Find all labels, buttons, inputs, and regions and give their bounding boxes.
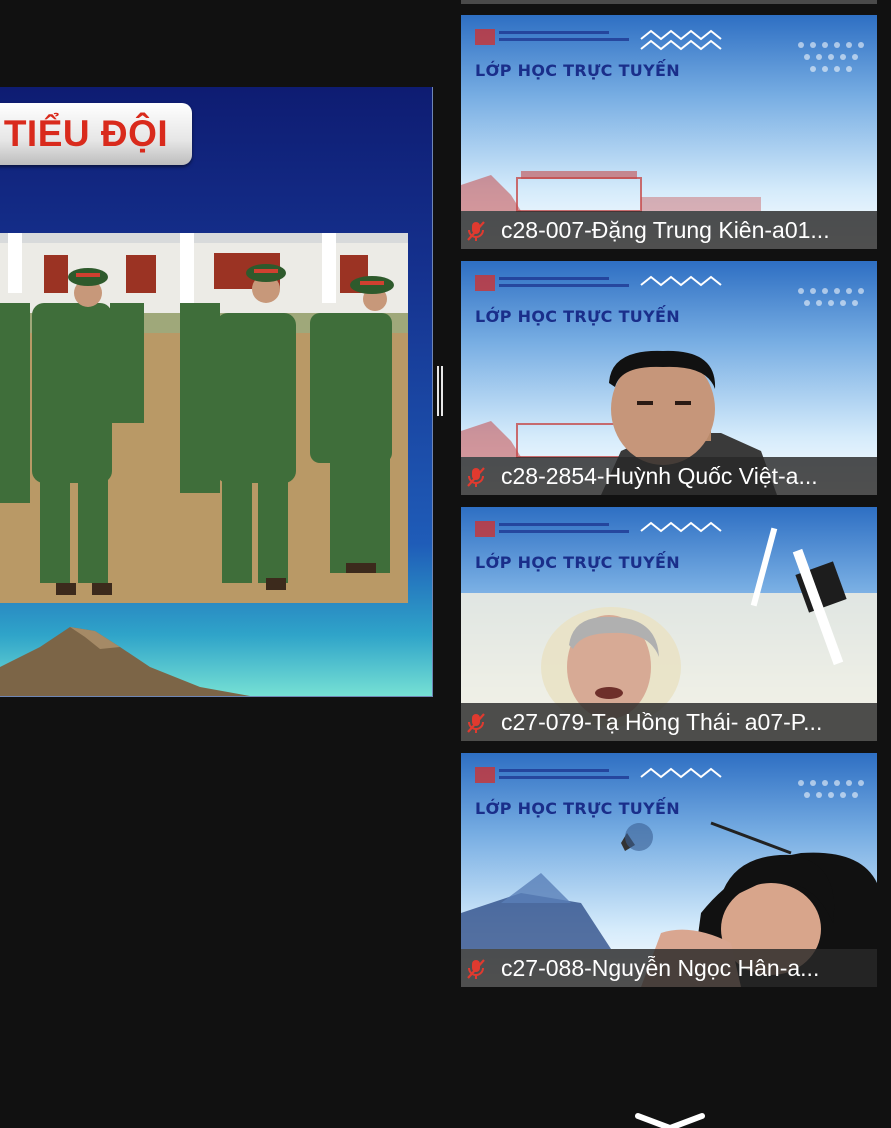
mountain-graphic [0,627,250,696]
muted-mic-icon [467,713,485,733]
soldiers-photo [0,233,408,603]
participant-tile[interactable]: LỚP HỌC TRỰC TUYẾN c27-079-Tạ Hồng Thái-… [461,507,877,741]
participant-namebar: c28-2854-Huỳnh Quốc Việt-a... [461,457,877,495]
participant-namebar: c27-079-Tạ Hồng Thái- a07-P... [461,703,877,741]
class-banner-text: LỚP HỌC TRỰC TUYẾN [475,61,680,80]
muted-mic-icon [467,467,485,487]
shared-screen-slide[interactable]: TIỂU ĐỘI [0,87,433,697]
participant-name: c27-079-Tạ Hồng Thái- a07-P... [501,710,823,735]
participant-tile[interactable]: LỚP HỌC TRỰC TUYẾN c27-088-Nguyễn Ngọc H… [461,753,877,987]
participant-tile[interactable]: LỚP HỌC TRỰC TUYẾN c28-007-Đặng Trung Ki… [461,15,877,249]
participant-namebar: c28-007-Đặng Trung Kiên-a01... [461,211,877,249]
participant-name: c27-088-Nguyễn Ngọc Hân-a... [501,956,820,981]
slide-title: TIỂU ĐỘI [0,103,192,165]
participant-name: c28-2854-Huỳnh Quốc Việt-a... [501,464,818,489]
participant-namebar: c27-088-Nguyễn Ngọc Hân-a... [461,949,877,987]
participant-tile[interactable]: LỚP HỌC TRỰC TUYẾN c28-2854-Huỳnh Quốc V… [461,261,877,495]
muted-mic-icon [467,959,485,979]
resize-handle-icon[interactable] [437,366,443,416]
participant-name: c28-007-Đặng Trung Kiên-a01... [501,218,830,243]
chevron-down-icon[interactable] [634,1112,706,1128]
muted-mic-icon [467,221,485,241]
previous-tile-edge [461,0,877,4]
